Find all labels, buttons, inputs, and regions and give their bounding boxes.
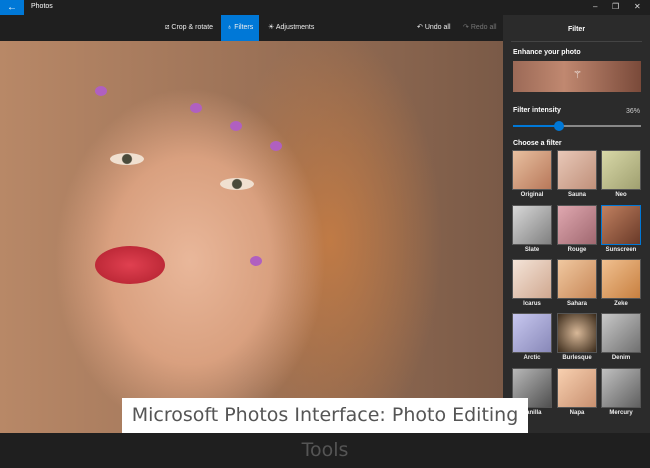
filter-panel: Filter Enhance your photo ⚚ Filter inten… [503,15,650,433]
filter-thumbnail-neo[interactable] [601,150,641,190]
filter-label: Neo [615,192,627,198]
magic-wand-icon: ⚚ [573,70,582,81]
filter-label: Denim [611,355,631,361]
filter-label: Napa [569,410,585,416]
adjustments-tab[interactable]: ☀ Adjustments [268,15,314,41]
filter-label: Sunscreen [605,247,637,253]
app-title: Photos [31,3,53,10]
choose-filter-label: Choose a filter [513,140,562,147]
filter-label: Icarus [523,301,541,307]
filter-thumbnail-napa[interactable] [557,368,597,408]
panel-title: Filter [567,26,586,33]
crop-label: Crop & rotate [171,24,214,31]
enhance-photo-button[interactable]: ⚚ [513,61,641,92]
undo-icon: ↶ [417,24,425,31]
redo-label: Redo all [470,24,497,31]
title-bar: ← Photos – ❐ ✕ [0,0,650,15]
filter-label: Rouge [567,247,587,253]
filter-label: Original [520,192,544,198]
filter-label: Slate [524,247,540,253]
photo-flower [190,103,202,113]
close-button[interactable]: ✕ [634,2,641,11]
filter-thumbnail-sahara[interactable] [557,259,597,299]
filter-thumbnail-arctic[interactable] [512,313,552,353]
photo-flower [270,141,282,151]
photo-canvas[interactable] [0,41,503,433]
intensity-slider[interactable] [513,121,641,131]
minimize-button[interactable]: – [593,2,597,11]
photo-lips [95,246,165,284]
filter-label: Arctic [523,355,541,361]
filter-label: Zeke [614,301,628,307]
slider-fill [513,125,560,127]
sun-icon: ☀ [268,24,276,31]
restore-button[interactable]: ❐ [612,2,619,11]
adjustments-label: Adjustments [275,24,315,31]
toolbar: ⧄ Crop & rotate ♁ Filters ☀ Adjustments … [0,15,503,41]
filter-thumbnail-burlesque[interactable] [557,313,597,353]
photo-flower [250,256,262,266]
filter-thumbnail-rouge[interactable] [557,205,597,245]
undo-all-button[interactable]: ↶ Undo all [417,15,451,41]
filter-label: Sahara [566,301,587,307]
enhance-label: Enhance your photo [513,49,581,56]
filters-tab[interactable]: ♁ Filters [221,15,260,41]
filter-thumbnail-slate[interactable] [512,205,552,245]
back-button[interactable]: ← [0,0,24,15]
filter-thumbnail-mercury[interactable] [601,368,641,408]
intensity-value: 36% [625,108,640,115]
filter-thumbnail-denim[interactable] [601,313,641,353]
filter-label: Mercury [609,410,633,416]
crop-rotate-button[interactable]: ⧄ Crop & rotate [165,15,213,41]
photo-eye [220,178,254,190]
redo-all-button[interactable]: ↷ Redo all [463,15,497,41]
slider-thumb[interactable] [554,121,565,131]
filters-label: Filters [234,24,254,31]
filter-thumbnail-zeke[interactable] [601,259,641,299]
intensity-label: Filter intensity [513,107,561,114]
photo-eye [110,153,144,165]
divider [511,41,642,42]
filter-thumbnail-sunscreen[interactable] [601,205,641,245]
caption-overlay: Microsoft Photos Interface: Photo Editin… [122,398,528,461]
photo-flower [95,86,107,96]
filter-label: Burlesque [562,355,592,361]
redo-icon: ↷ [463,24,471,31]
undo-label: Undo all [424,24,451,31]
filter-label: Sauna [567,192,586,198]
filter-thumbnail-icarus[interactable] [512,259,552,299]
filter-thumbnail-sauna[interactable] [557,150,597,190]
photo-flower [230,121,242,131]
filter-thumbnail-original[interactable] [512,150,552,190]
